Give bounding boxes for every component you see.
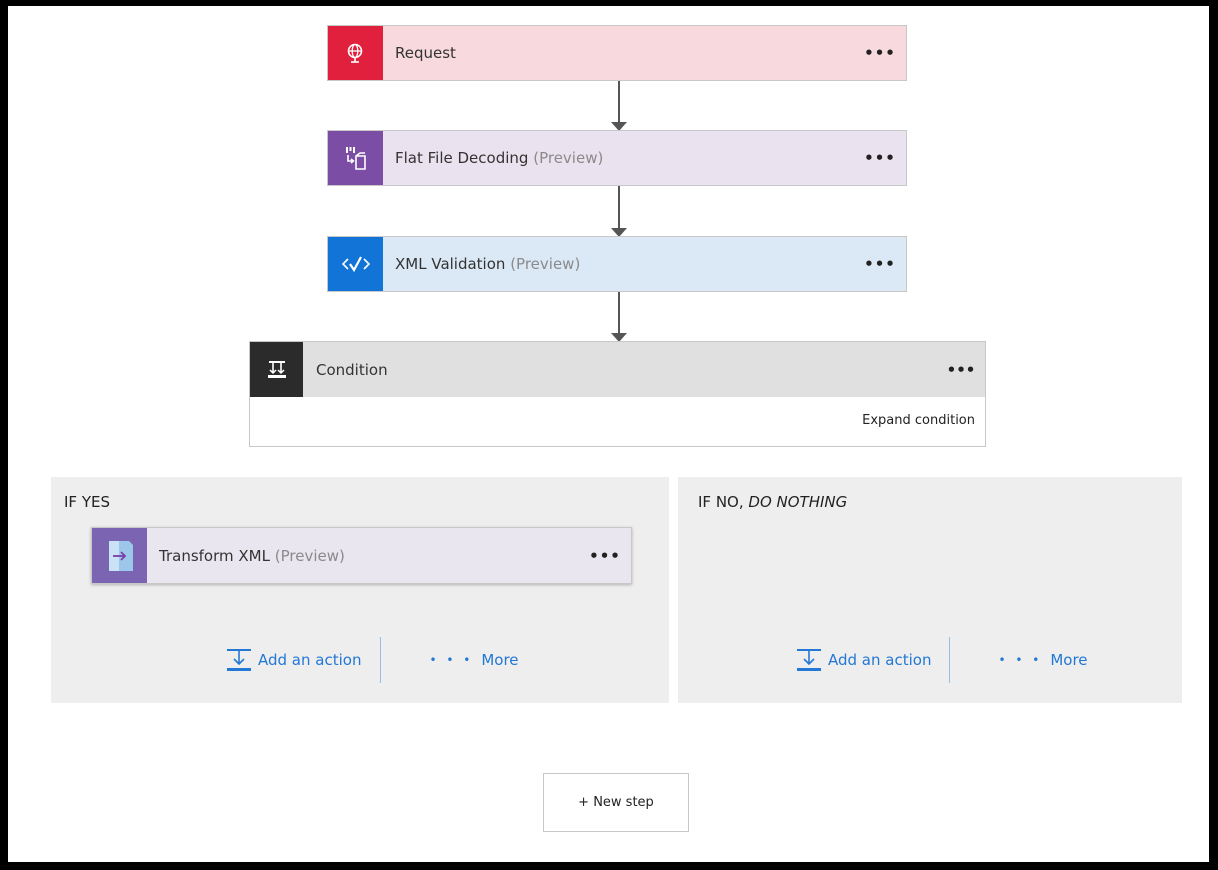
ellipsis-icon: • • • (998, 653, 1043, 667)
branch-title: IF YES (64, 493, 110, 511)
xml-check-icon (328, 237, 383, 291)
branch-title-emphasis: DO NOTHING (748, 493, 848, 511)
more-options-button[interactable]: ••• (585, 547, 625, 565)
transform-icon (92, 528, 147, 583)
step-flat-file-decoding-card[interactable]: Flat File Decoding (Preview) ••• (327, 130, 907, 186)
step-title: XML Validation (Preview) (383, 255, 860, 273)
step-title-text: Transform XML (159, 546, 270, 565)
step-title: Transform XML (Preview) (147, 547, 585, 565)
step-title-text: Flat File Decoding (395, 149, 529, 167)
more-options-button[interactable]: ••• (860, 149, 900, 167)
more-button[interactable]: • • • More (429, 651, 518, 669)
step-request-card[interactable]: Request ••• (327, 25, 907, 81)
more-label: More (481, 651, 519, 669)
more-options-button[interactable]: ••• (860, 255, 900, 273)
add-action-icon (227, 649, 251, 671)
globe-pin-icon (328, 26, 383, 80)
ellipsis-icon: • • • (429, 653, 474, 667)
condition-header[interactable]: Condition ••• (250, 342, 985, 397)
add-action-icon (797, 649, 821, 671)
more-label: More (1050, 651, 1088, 669)
more-button[interactable]: • • • More (998, 651, 1087, 669)
expand-condition-link[interactable]: Expand condition (862, 413, 975, 428)
if-no-branch: IF NO, DO NOTHING Add an action • • • Mo… (678, 477, 1182, 703)
step-title: Request (383, 44, 860, 62)
more-options-button[interactable]: ••• (860, 44, 900, 62)
action-separator (949, 637, 951, 683)
branch-title: IF NO, DO NOTHING (698, 493, 847, 511)
condition-title: Condition (316, 360, 388, 379)
step-xml-validation-card[interactable]: XML Validation (Preview) ••• (327, 236, 907, 292)
preview-tag: (Preview) (274, 546, 345, 565)
more-options-button[interactable]: ••• (941, 361, 981, 379)
action-separator (380, 637, 382, 683)
condition-icon (250, 342, 303, 397)
new-step-button[interactable]: + New step (543, 773, 689, 832)
step-title-text: XML Validation (395, 255, 506, 273)
branch-actions: Add an action • • • More (226, 637, 519, 683)
flat-file-icon (328, 131, 383, 185)
preview-tag: (Preview) (533, 149, 604, 167)
connector-arrow (618, 81, 620, 123)
step-title-text: Request (395, 44, 456, 62)
action-transform-xml-card[interactable]: Transform XML (Preview) ••• (91, 527, 632, 584)
connector-arrow (618, 292, 620, 334)
if-yes-branch: IF YES Transform XML (Preview) ••• Add a… (51, 477, 669, 703)
designer-canvas: Request ••• Flat File Decoding (Preview)… (8, 6, 1209, 862)
add-an-action-label: Add an action (258, 651, 362, 669)
branch-title-prefix: IF NO, (698, 493, 749, 511)
add-an-action-button[interactable]: Add an action (226, 647, 361, 673)
add-an-action-button[interactable]: Add an action (796, 647, 931, 673)
preview-tag: (Preview) (510, 255, 581, 273)
condition-block[interactable]: Condition ••• Expand condition (249, 341, 986, 447)
connector-arrow (618, 186, 620, 229)
branch-actions: Add an action • • • More (796, 637, 1088, 683)
add-an-action-label: Add an action (828, 651, 932, 669)
step-title: Flat File Decoding (Preview) (383, 149, 860, 167)
